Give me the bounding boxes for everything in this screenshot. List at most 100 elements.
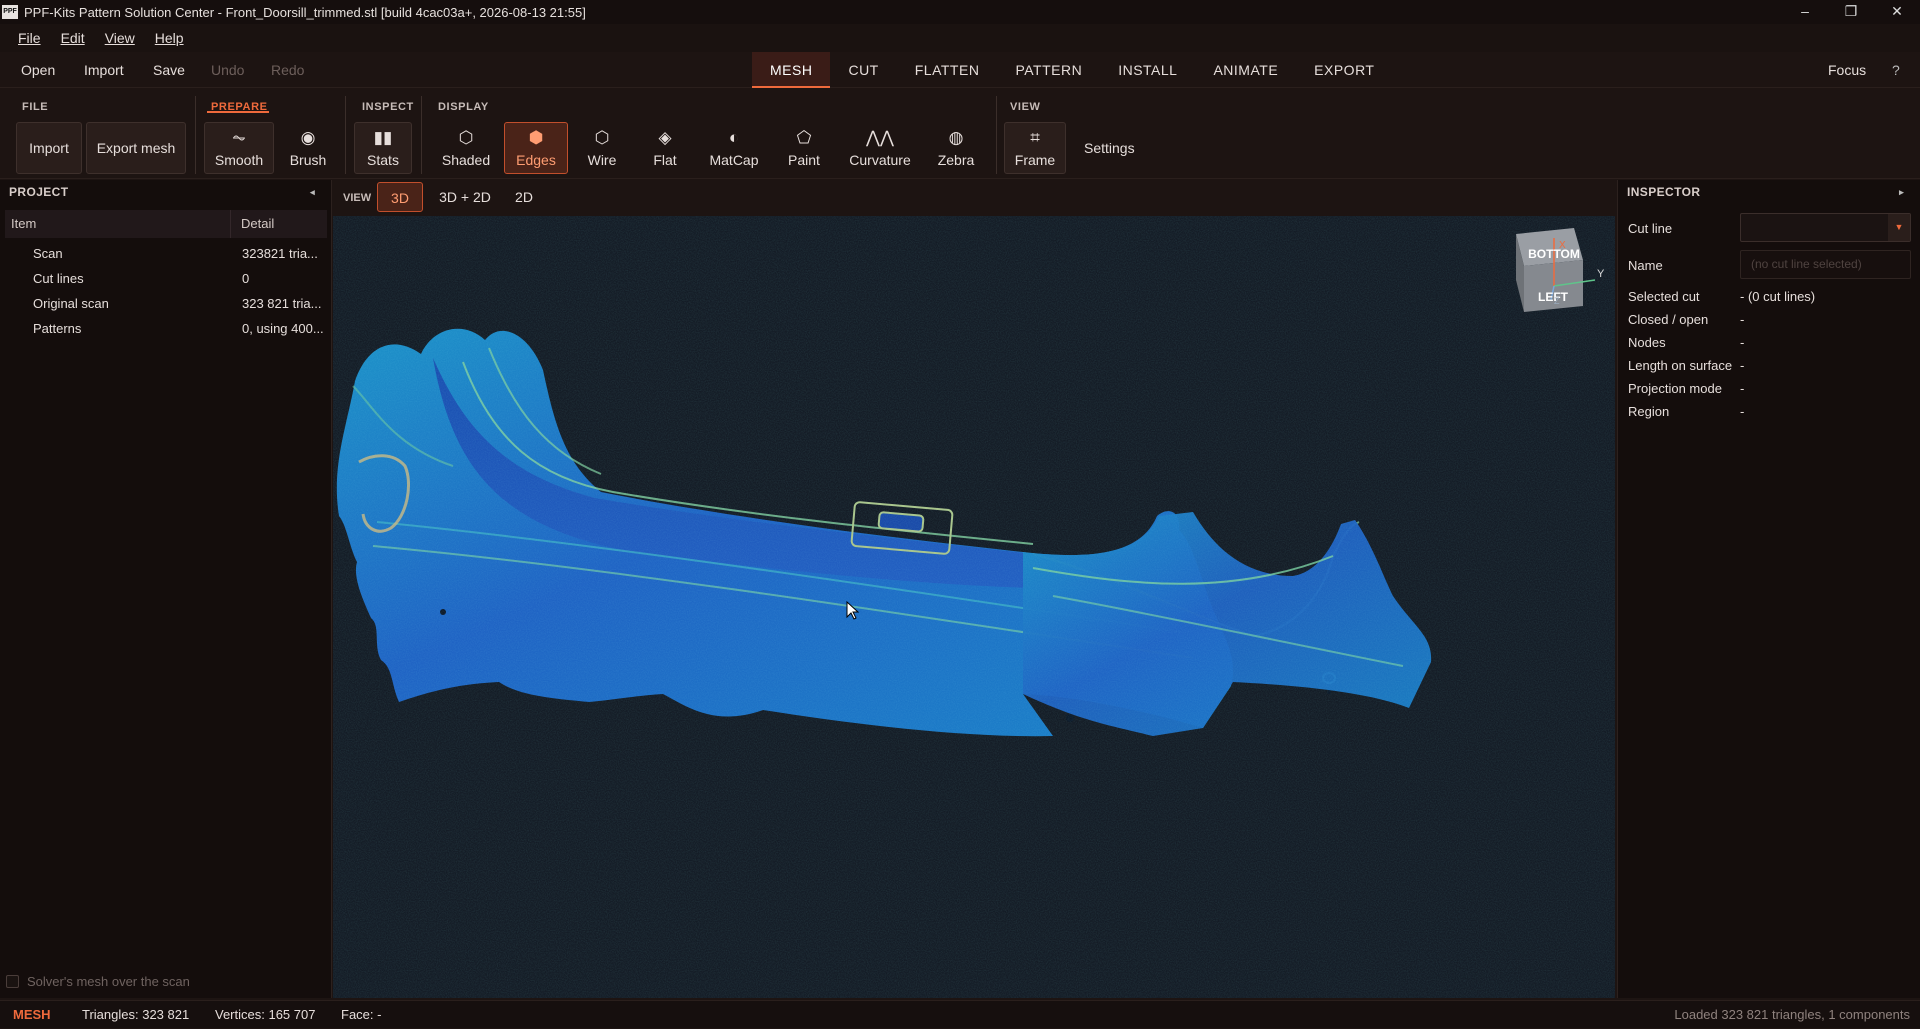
- tab-pattern[interactable]: PATTERN: [997, 52, 1100, 88]
- column-header-detail[interactable]: Detail: [231, 210, 274, 238]
- save-button[interactable]: Save: [153, 52, 185, 88]
- status-bar: MESH Triangles: 323 821 Vertices: 165 70…: [0, 1000, 1920, 1028]
- expand-right-icon[interactable]: ▸: [1899, 180, 1904, 204]
- frame-button[interactable]: ⌗ Frame: [1004, 122, 1066, 174]
- focus-button[interactable]: Focus: [1828, 52, 1866, 88]
- mode-tabs: MESH CUT FLATTEN PATTERN INSTALL ANIMATE…: [752, 52, 1392, 88]
- axis-y-label: Y: [1597, 268, 1605, 280]
- ribbon-separator: [345, 96, 346, 174]
- flat-button[interactable]: ◈ Flat: [638, 122, 692, 174]
- export-mesh-button[interactable]: Export mesh: [86, 122, 186, 174]
- inspector-title: INSPECTOR: [1627, 185, 1701, 199]
- inspector-row-label: Nodes: [1628, 335, 1666, 350]
- help-button[interactable]: ?: [1892, 52, 1900, 88]
- 3d-viewport[interactable]: BOTTOM LEFT X Y Z: [333, 216, 1615, 998]
- tab-cut[interactable]: CUT: [830, 52, 896, 88]
- menu-view[interactable]: View: [95, 30, 145, 46]
- view-tab-2d[interactable]: 2D: [507, 182, 541, 212]
- inspector-row-label: Selected cut: [1628, 289, 1700, 304]
- tab-flatten[interactable]: FLATTEN: [897, 52, 998, 88]
- edges-label: Edges: [516, 152, 556, 168]
- restore-button[interactable]: ❐: [1828, 0, 1874, 24]
- ribbon-separator: [195, 96, 196, 174]
- group-label-inspect: INSPECT: [362, 101, 414, 113]
- collapse-left-icon[interactable]: ◂: [310, 180, 315, 204]
- tree-item-detail: 0: [242, 271, 250, 286]
- close-button[interactable]: ✕: [1874, 0, 1920, 24]
- chevron-down-icon[interactable]: ▼: [1888, 214, 1910, 241]
- name-field[interactable]: (no cut line selected): [1740, 250, 1911, 279]
- smooth-label: Smooth: [214, 152, 264, 168]
- tree-row-original-scan[interactable]: Original scan 323 821 tria...: [5, 291, 327, 316]
- status-mode: MESH: [13, 1007, 51, 1022]
- stats-label: Stats: [367, 152, 399, 168]
- group-label-view: VIEW: [1010, 101, 1041, 113]
- flat-icon: ◈: [658, 128, 672, 147]
- cut-line-label: Cut line: [1628, 221, 1673, 236]
- redo-button[interactable]: Redo: [271, 52, 304, 88]
- inspector-row-value: -: [1740, 335, 1745, 350]
- wire-button[interactable]: ⬡ Wire: [574, 122, 630, 174]
- zebra-icon: ◍: [948, 128, 964, 147]
- stats-button[interactable]: ▮▮ Stats: [354, 122, 412, 174]
- menu-edit[interactable]: Edit: [51, 30, 95, 46]
- project-title: PROJECT: [9, 185, 69, 199]
- matcap-label: MatCap: [709, 152, 759, 168]
- edges-button[interactable]: ⬢ Edges: [504, 122, 568, 174]
- name-label: Name: [1628, 258, 1663, 273]
- shaded-label: Shaded: [441, 152, 491, 168]
- shaded-button[interactable]: ⬡ Shaded: [436, 122, 496, 174]
- ribbon-separator: [421, 96, 422, 174]
- axis-z-label: Z: [1554, 296, 1560, 306]
- menu-help[interactable]: Help: [145, 30, 194, 46]
- view-tab-3d-2d[interactable]: 3D + 2D: [433, 182, 497, 212]
- flat-label: Flat: [653, 152, 677, 168]
- solver-mesh-toggle[interactable]: Solver's mesh over the scan: [6, 974, 190, 989]
- tree-row-scan[interactable]: Scan 323821 tria...: [5, 241, 327, 266]
- tab-mesh[interactable]: MESH: [752, 52, 831, 88]
- paint-button[interactable]: ⬠ Paint: [776, 122, 832, 174]
- smooth-button[interactable]: ⏦ Smooth: [204, 122, 274, 174]
- tab-install[interactable]: INSTALL: [1100, 52, 1195, 88]
- import-button[interactable]: Import: [84, 52, 124, 88]
- mesh-render[interactable]: BOTTOM LEFT: [333, 216, 1615, 998]
- wire-label: Wire: [587, 152, 617, 168]
- inspector-row-value: - (0 cut lines): [1740, 289, 1816, 304]
- tree-item-label: Scan: [33, 246, 63, 261]
- menu-file[interactable]: File: [8, 30, 51, 46]
- tab-animate[interactable]: ANIMATE: [1195, 52, 1296, 88]
- open-button[interactable]: Open: [21, 52, 55, 88]
- zebra-button[interactable]: ◍ Zebra: [926, 122, 986, 174]
- smooth-icon: ⏦: [232, 128, 246, 147]
- tree-row-cut-lines[interactable]: Cut lines 0: [5, 266, 327, 291]
- status-vertices: Vertices: 165 707: [215, 1007, 316, 1022]
- inspector-row-label: Region: [1628, 404, 1670, 419]
- ribbon-import-button[interactable]: Import: [16, 122, 82, 174]
- view-tab-3d[interactable]: 3D: [377, 182, 423, 212]
- cut-line-select[interactable]: ▼: [1740, 213, 1911, 242]
- column-header-item[interactable]: Item: [5, 210, 231, 238]
- group-label-display: DISPLAY: [438, 101, 489, 113]
- doorsill-mesh: [333, 216, 1615, 998]
- matcap-button[interactable]: ◐ MatCap: [702, 122, 766, 174]
- inspector-row-value: -: [1740, 312, 1745, 327]
- brush-button[interactable]: ◉ Brush: [280, 122, 336, 174]
- inspector-row-label: Length on surface: [1628, 358, 1733, 373]
- project-panel: PROJECT ◂ Item Detail Scan 323821 tria..…: [0, 180, 332, 998]
- inspector-row-label: Closed / open: [1628, 312, 1709, 327]
- tree-row-patterns[interactable]: Patterns 0, using 400...: [5, 316, 327, 341]
- window-title: PPF-Kits Pattern Solution Center - Front…: [24, 4, 586, 20]
- settings-button[interactable]: Settings: [1084, 140, 1135, 156]
- solver-mesh-checkbox[interactable]: [6, 975, 19, 988]
- navcube-top-label[interactable]: BOTTOM: [1528, 247, 1580, 261]
- minimize-button[interactable]: –: [1782, 0, 1828, 24]
- status-message: Loaded 323 821 triangles, 1 components: [1674, 1007, 1910, 1022]
- matcap-icon: ◐: [728, 128, 740, 147]
- ribbon-separator: [996, 96, 997, 174]
- tab-export[interactable]: EXPORT: [1296, 52, 1392, 88]
- wire-icon: ⬡: [594, 128, 610, 147]
- edges-icon: ⬢: [528, 128, 544, 147]
- viewport-toolbar: VIEW 3D 3D + 2D 2D: [333, 180, 1615, 216]
- undo-button[interactable]: Undo: [211, 52, 244, 88]
- curvature-button[interactable]: ⋀⋀ Curvature: [844, 122, 916, 174]
